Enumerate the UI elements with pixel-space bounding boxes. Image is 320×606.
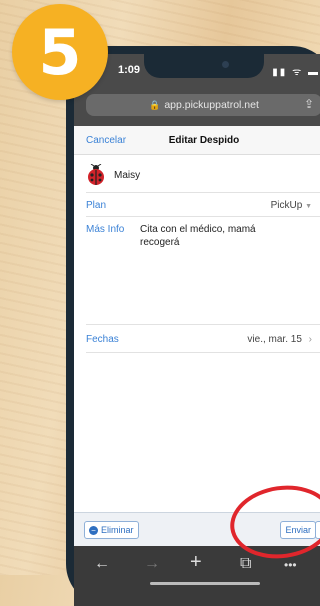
phone-frame: 1:09 ▮▮ ᯤ ▬ 🔒 app.pickuppatrol.net ⇪ Can… <box>66 46 320 606</box>
new-tab-plus-icon[interactable]: + <box>190 551 202 574</box>
ladybug-icon <box>88 164 104 185</box>
phone-notch <box>144 54 264 78</box>
student-row: Maisy <box>86 164 320 186</box>
back-arrow-icon[interactable]: ← <box>94 555 110 573</box>
delete-button[interactable]: − Eliminar <box>84 521 139 539</box>
send-button[interactable]: Enviar <box>280 521 316 539</box>
browser-toolbar: ← → + ⧉ ••• <box>74 546 320 606</box>
info-row[interactable]: Más Info Cita con el médico, mamá recoge… <box>86 224 320 248</box>
tabs-icon[interactable]: ⧉ <box>240 555 251 573</box>
app-toolbar: − Eliminar Enviar ··· <box>74 512 320 547</box>
dates-label: Fechas <box>86 334 119 345</box>
signal-wifi-battery-icon: ▮▮ ᯤ ▬ <box>272 67 320 78</box>
dates-value-group: vie., mar. 15 › <box>247 334 312 345</box>
camera-icon <box>222 61 229 68</box>
menu-dots-icon[interactable]: ••• <box>284 558 297 572</box>
student-name: Maisy <box>114 169 141 181</box>
more-button[interactable]: ··· <box>315 521 320 539</box>
plan-value: PickUp <box>270 200 303 211</box>
phone-screen: 1:09 ▮▮ ᯤ ▬ 🔒 app.pickuppatrol.net ⇪ Can… <box>74 54 320 606</box>
chevron-right-icon: › <box>308 334 312 345</box>
divider <box>86 324 320 325</box>
forward-arrow-icon[interactable]: → <box>144 555 160 573</box>
dates-value: vie., mar. 15 <box>247 334 302 345</box>
status-time: 1:09 <box>118 64 141 76</box>
share-icon[interactable]: ⇪ <box>304 97 314 111</box>
plan-row[interactable]: Plan PickUp ▼ <box>86 200 320 211</box>
minus-icon: − <box>89 525 98 535</box>
step-badge: 5 <box>12 4 108 100</box>
chevron-down-icon: ▼ <box>305 203 312 210</box>
lock-icon: 🔒 <box>149 99 161 110</box>
plan-label: Plan <box>86 200 107 211</box>
dates-row[interactable]: Fechas vie., mar. 15 › <box>86 334 320 345</box>
divider <box>86 192 320 193</box>
browser-address-area: 🔒 app.pickuppatrol.net ⇪ <box>74 88 320 126</box>
address-bar[interactable]: 🔒 app.pickuppatrol.net ⇪ <box>86 94 320 116</box>
delete-label: Eliminar <box>101 525 134 535</box>
plan-select[interactable]: PickUp ▼ <box>271 200 312 211</box>
info-field[interactable]: Cita con el médico, mamá recogerá <box>140 224 280 249</box>
info-label: Más Info <box>86 224 125 235</box>
divider <box>86 216 320 217</box>
url-text: app.pickuppatrol.net <box>164 99 259 111</box>
app-navbar: Cancelar Editar Despido <box>74 126 320 155</box>
page-title: Editar Despido <box>168 135 240 146</box>
divider <box>86 352 320 353</box>
home-indicator <box>150 582 260 585</box>
